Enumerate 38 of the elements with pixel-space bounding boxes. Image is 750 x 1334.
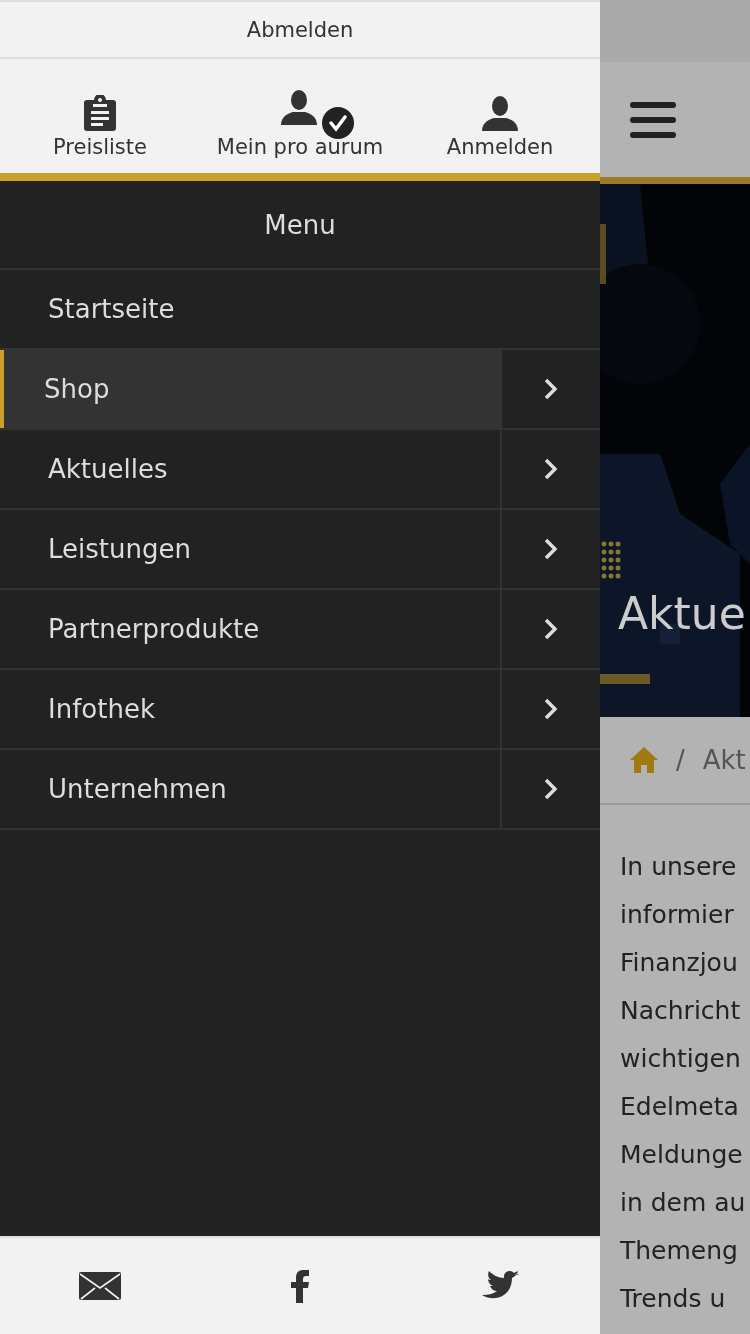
chevron-right-icon [544, 778, 558, 800]
user-check-icon [280, 89, 354, 139]
quick-link[interactable]: Mein pro aurum [200, 59, 400, 173]
chevron-right-icon [544, 538, 558, 560]
body-text-line: Themeng [620, 1235, 739, 1267]
body-text-line: Finanzjou [620, 947, 739, 979]
page-title: Aktue [618, 588, 746, 639]
chevron-right-icon [544, 458, 558, 480]
menu-item[interactable]: Shop [0, 350, 500, 428]
menu-item[interactable]: Leistungen [0, 510, 500, 588]
chevron-right-icon [544, 698, 558, 720]
quick-link[interactable]: Preisliste [0, 59, 200, 173]
body-text-line: in dem au [620, 1187, 747, 1219]
body-text-line: Meldunge [620, 1139, 744, 1171]
body-text-line: informier [620, 899, 735, 931]
breadcrumb-separator: / [676, 745, 685, 775]
logout-link[interactable]: Abmelden [246, 17, 354, 42]
home-icon[interactable] [630, 747, 658, 773]
body-text-line: Nachricht [620, 995, 742, 1027]
menu-item[interactable]: Aktuelles [0, 430, 500, 508]
menu-item[interactable]: Partnerprodukte [0, 590, 500, 668]
body-text-line: Trends u [620, 1283, 727, 1315]
body-text-line: In unsere [620, 851, 738, 883]
chevron-right-icon [544, 378, 558, 400]
menu-title: Menu [264, 209, 336, 240]
body-text-line: Edelmeta [620, 1091, 740, 1123]
chevron-right-icon [544, 618, 558, 640]
menu-icon[interactable] [630, 101, 676, 138]
clipboard-icon [83, 95, 117, 131]
user-icon [481, 95, 519, 131]
breadcrumb-link[interactable]: Akt [702, 745, 746, 775]
menu-item[interactable]: Unternehmen [0, 750, 500, 828]
body-text-line: wichtigen [620, 1043, 742, 1075]
menu-item[interactable]: Startseite [0, 270, 600, 348]
facebook-icon[interactable] [291, 1269, 309, 1303]
menu-item[interactable]: Infothek [0, 670, 500, 748]
quick-link[interactable]: Anmelden [400, 59, 600, 173]
mail-icon[interactable] [79, 1272, 121, 1300]
